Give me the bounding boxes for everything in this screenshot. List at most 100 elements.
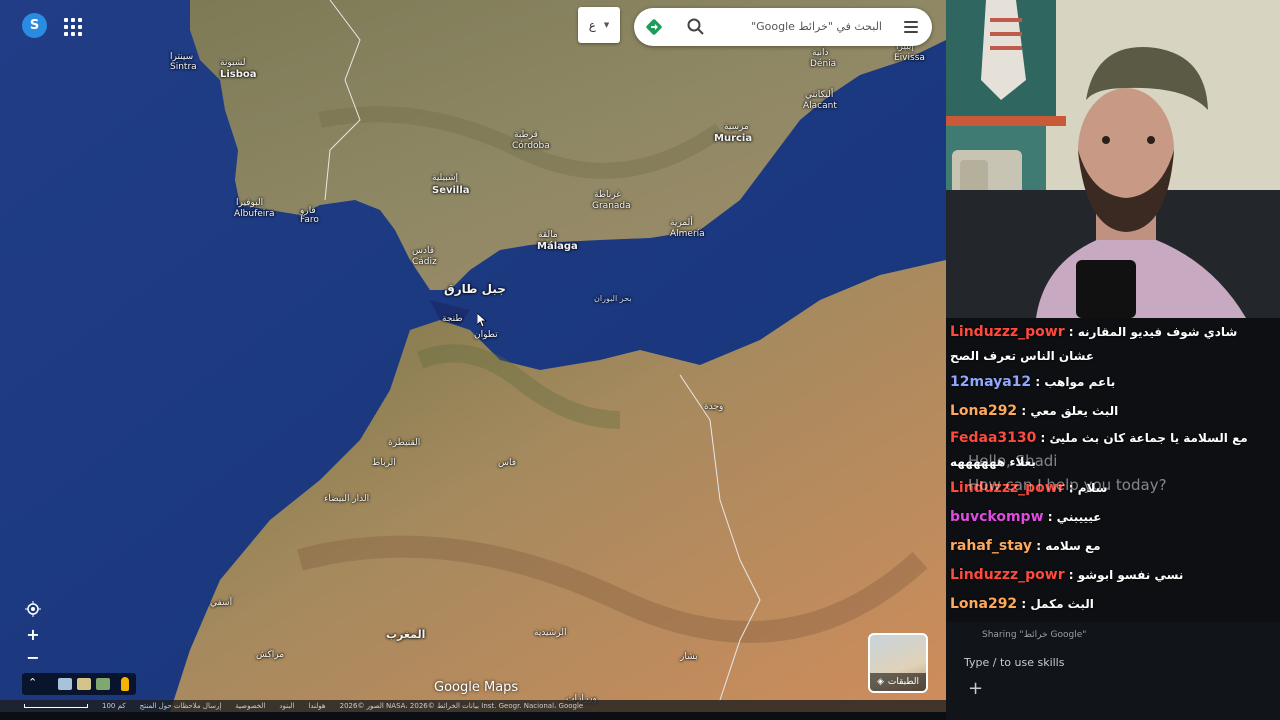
assistant-panel: Sharing "خرائط Google" Type / to use ski… — [946, 622, 1280, 720]
layers-icon: ◈ — [876, 677, 884, 687]
layers-button[interactable]: ◈ الطبقات — [868, 633, 928, 693]
chat-text: عيييبني — [1056, 510, 1102, 524]
my-location-icon[interactable] — [22, 598, 44, 620]
place-label: إشبيلية — [432, 173, 458, 183]
place-label: Almería — [670, 229, 705, 239]
place-label: البوفيرا — [236, 198, 264, 208]
place-label: فاس — [498, 458, 517, 468]
place-label: الرشيدية — [534, 628, 567, 638]
chat-separator: : — [1064, 568, 1078, 582]
place-label: تطوان — [474, 330, 498, 340]
search-input[interactable]: البحث في "خرائط Google" — [751, 20, 882, 33]
place-label: Albufeira — [234, 209, 275, 219]
place-label: مرسية — [724, 122, 749, 132]
chat-message: Linduzzz_powr : شادي شوف فيديو المقارنه … — [950, 320, 1276, 368]
map-footer: 100 كم إرسال ملاحظات حول المنتج الخصوصية… — [0, 700, 946, 712]
chevron-up-icon[interactable]: ⌃ — [28, 676, 37, 689]
account-avatar[interactable]: S — [22, 13, 47, 38]
attribution-text: الصور ©2026 NASA، 2026© بيانات الخرائط I… — [339, 702, 584, 710]
assistant-greeting: Hello, Shadi — [968, 452, 1058, 470]
chat-text: البث مكمل — [1030, 597, 1094, 611]
layer-thumbnail[interactable] — [77, 678, 91, 690]
place-label: Málaga — [537, 241, 578, 252]
layers-label: الطبقات — [887, 677, 920, 687]
place-label: Córdoba — [512, 141, 550, 151]
chat-text: باعم مواهب — [1044, 375, 1116, 389]
sharing-status: Sharing "خرائط Google" — [982, 630, 1087, 640]
place-label: Faro — [300, 215, 319, 225]
terms-link[interactable]: البنود — [279, 702, 294, 710]
layer-thumbnail[interactable] — [96, 678, 110, 690]
chat-username: Fedaa3130 — [950, 430, 1037, 446]
chat-text: نسي نفسو ابوشو — [1077, 568, 1184, 582]
language-select-value: ع — [588, 18, 596, 32]
chat-message: Lona292 : البث مكمل — [950, 590, 1276, 619]
search-bar[interactable]: البحث في "خرائط Google" — [634, 8, 932, 46]
directions-icon[interactable] — [644, 17, 664, 37]
chat-username: Lona292 — [950, 596, 1018, 612]
place-label: Sevilla — [432, 185, 470, 196]
chat-text: البث يعلق معي — [1030, 404, 1119, 418]
search-icon[interactable] — [686, 17, 706, 37]
chat-username: Lona292 — [950, 403, 1018, 419]
menu-icon[interactable] — [904, 21, 918, 33]
place-label: وجدة — [704, 402, 724, 412]
add-icon[interactable]: + — [968, 678, 983, 699]
stream-overlay: Linduzzz_powr : شادي شوف فيديو المقارنه … — [946, 0, 1280, 720]
place-label: الرباط — [372, 458, 396, 468]
place-label: Dénia — [810, 59, 837, 69]
chat-feed: Linduzzz_powr : شادي شوف فيديو المقارنه … — [946, 318, 1280, 630]
zoom-in-button[interactable]: + — [22, 623, 44, 645]
mouse-cursor-icon — [477, 313, 487, 328]
place-label: بحر البوران — [594, 294, 632, 303]
place-label: قادس — [412, 246, 435, 256]
region-label: هولندا — [308, 702, 326, 710]
place-label: الدار البيضاء — [324, 494, 370, 504]
place-label: Granada — [592, 201, 631, 211]
map-view[interactable]: سينترا Sintra لشبونة Lisboa البوفيرا Alb… — [0, 0, 946, 712]
chat-separator: : — [1064, 325, 1078, 339]
place-label: جبل طارق — [444, 282, 506, 296]
apps-grid-icon[interactable] — [62, 15, 84, 37]
privacy-link[interactable]: الخصوصية — [235, 702, 265, 710]
feedback-link[interactable]: إرسال ملاحظات حول المنتج — [140, 702, 222, 710]
chat-separator: : — [1031, 375, 1045, 389]
chat-username: rahaf_stay — [950, 538, 1033, 554]
assistant-question: How can I help you today? — [968, 476, 1167, 494]
assistant-input[interactable]: Type / to use skills — [964, 656, 1064, 669]
place-label: Cádiz — [412, 257, 437, 267]
place-label: المغرب — [386, 628, 426, 641]
chat-separator: : — [1017, 597, 1031, 611]
place-label: Lisboa — [220, 69, 257, 80]
language-select[interactable]: ع ▼ — [578, 7, 620, 43]
scale-bar[interactable] — [24, 704, 88, 708]
place-label: لشبونة — [220, 58, 246, 68]
chat-message: buvckompw : عيييبني — [950, 503, 1276, 532]
chat-message: Lona292 : البث يعلق معي — [950, 397, 1276, 426]
place-label: دانية — [812, 48, 829, 58]
chat-message: 12maya12 : باعم مواهب — [950, 368, 1276, 397]
place-label: Murcia — [714, 133, 753, 144]
scale-label: 100 كم — [102, 702, 126, 710]
layer-thumbnail[interactable] — [58, 678, 72, 690]
place-label: غرناطة — [594, 190, 621, 200]
chevron-down-icon: ▼ — [603, 21, 610, 29]
chat-username: Linduzzz_powr — [950, 324, 1065, 340]
map-layers-strip[interactable]: ⌃ — [22, 673, 136, 695]
chat-username: 12maya12 — [950, 374, 1032, 390]
place-label: طنجة — [442, 314, 463, 324]
zoom-out-button[interactable]: − — [22, 646, 44, 668]
chat-separator: : — [1032, 539, 1046, 553]
place-label: Sintra — [170, 62, 197, 72]
place-label: القنيطرة — [388, 438, 421, 448]
place-label: Alacant — [803, 101, 837, 111]
chat-text: مع سلامه — [1045, 539, 1101, 553]
street-view-pegman-icon[interactable] — [121, 677, 129, 691]
chat-message: Linduzzz_powr : نسي نفسو ابوشو — [950, 561, 1276, 590]
place-label: أليكانتي — [805, 90, 834, 100]
chat-message: rahaf_stay : مع سلامه — [950, 532, 1276, 561]
place-label: بشار — [680, 652, 698, 662]
place-label: قرطبة — [514, 130, 538, 140]
chat-username: Linduzzz_powr — [950, 567, 1065, 583]
place-label: سينترا — [170, 52, 194, 62]
